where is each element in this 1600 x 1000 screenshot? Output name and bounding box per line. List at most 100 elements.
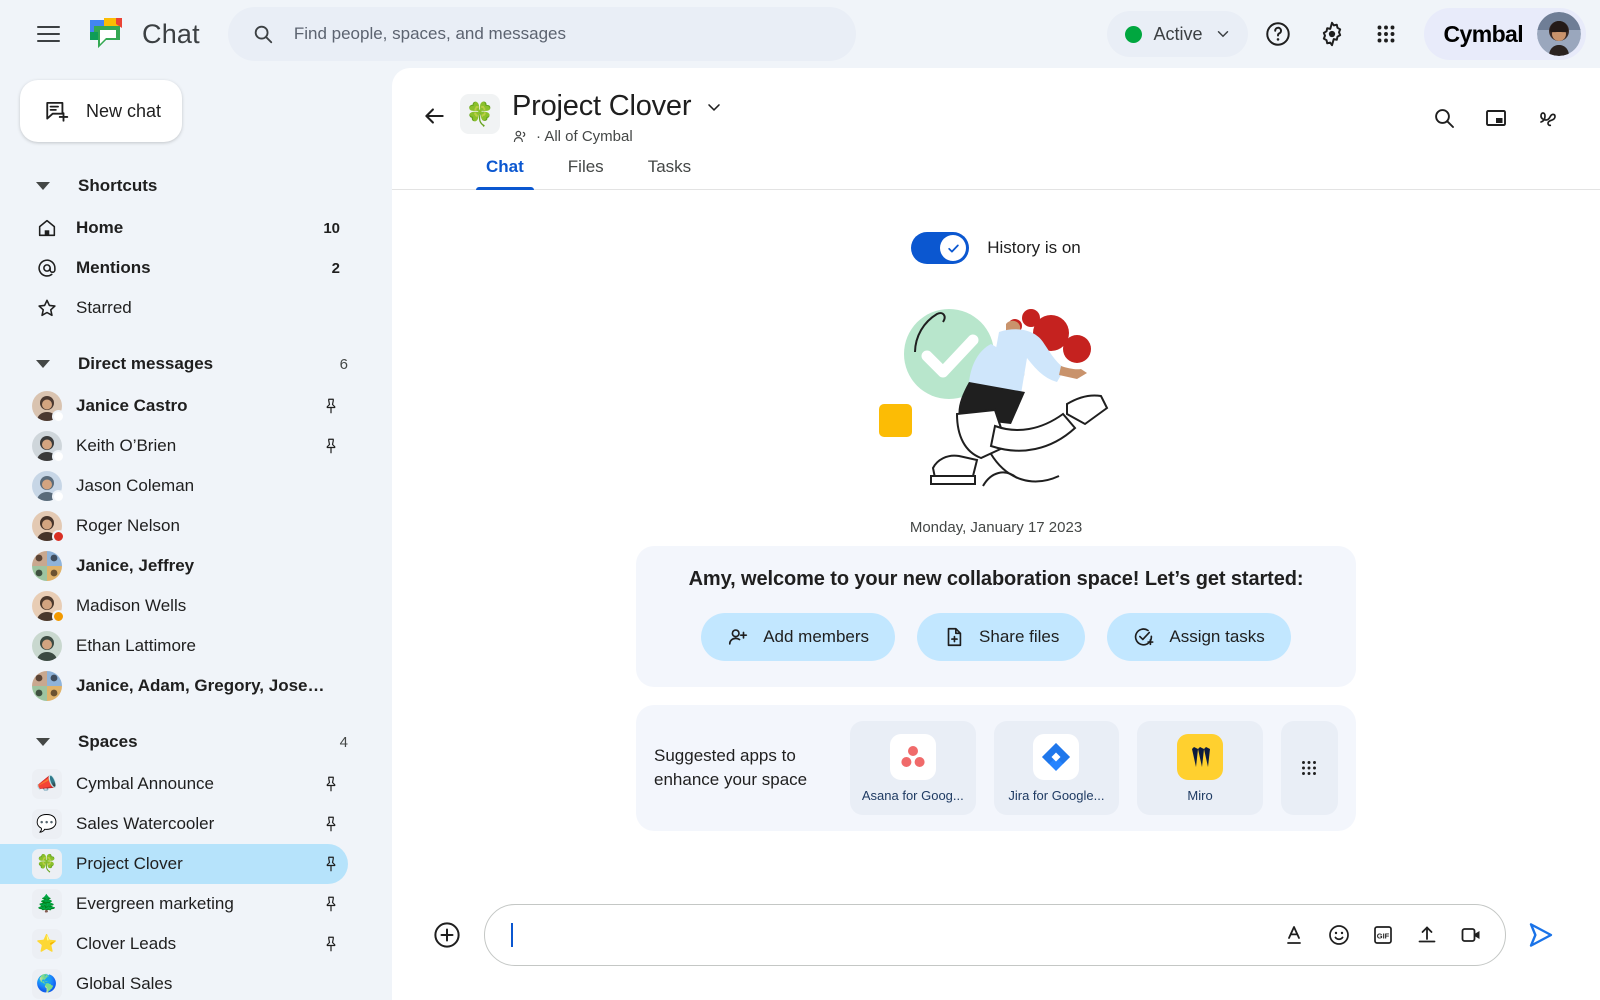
sidebar-item-space[interactable]: 🌎 Global Sales [0, 964, 348, 1000]
presence-badge [52, 450, 65, 463]
plus-circle-icon [434, 922, 460, 948]
apps-grid-icon [1377, 25, 1394, 43]
sidebar-item-dm[interactable]: Jason Coleman [0, 466, 348, 506]
sidebar-item-space[interactable]: 📣 Cymbal Announce [0, 764, 348, 804]
sidebar-item-home[interactable]: Home 10 [0, 208, 348, 248]
brand-label: Cymbal [1443, 20, 1524, 47]
help-icon [1265, 22, 1290, 46]
new-chat-button[interactable]: New chat [20, 80, 182, 142]
sidebar-item-space[interactable]: 🍀 Project Clover [0, 844, 348, 884]
share-files-button[interactable]: Share files [917, 613, 1086, 661]
tab-chat[interactable]: Chat [464, 157, 546, 190]
back-arrow-icon[interactable] [414, 96, 454, 136]
sidebar-item-space[interactable]: ⭐ Clover Leads [0, 924, 348, 964]
add-attachment-button[interactable] [426, 914, 468, 956]
suggested-apps-card: Suggested apps to enhance your space Asa… [636, 705, 1356, 831]
top-bar-actions: Active Cymbal [1107, 8, 1586, 60]
sidebar-item-label: Mentions [76, 258, 151, 277]
more-apps-button[interactable] [1280, 721, 1338, 815]
avatar [30, 671, 64, 701]
status-selector[interactable]: Active [1107, 11, 1248, 57]
sidebar-section-direct-messages[interactable]: Direct messages 6 [0, 342, 370, 386]
pin-icon[interactable] [322, 437, 348, 455]
sidebar-item-dm[interactable]: Janice Castro [0, 386, 348, 426]
sidebar-item-label: Home [76, 218, 124, 237]
avatar[interactable] [1537, 12, 1581, 56]
app-card-miro[interactable]: Miro [1137, 721, 1263, 815]
google-apps-button[interactable] [1362, 10, 1410, 58]
pin-icon[interactable] [322, 397, 348, 415]
caret-down-icon [36, 182, 50, 190]
app-card-jira[interactable]: Jira for Google... [993, 721, 1120, 815]
pin-icon[interactable] [322, 895, 348, 913]
sidebar-item-dm[interactable]: Ethan Lattimore [0, 626, 348, 666]
sidebar-item-space[interactable]: 💬 Sales Watercooler [0, 804, 348, 844]
sidebar-item-mentions[interactable]: Mentions 2 [0, 248, 348, 288]
avatar-image [32, 431, 65, 463]
text-cursor [511, 923, 513, 947]
welcome-card: Amy, welcome to your new collaboration s… [636, 546, 1356, 687]
sidebar-item-starred[interactable]: Starred [0, 288, 348, 328]
annotate-button[interactable] [1524, 94, 1572, 142]
pin-icon[interactable] [322, 935, 348, 953]
gif-button[interactable]: GIF [1371, 923, 1395, 947]
search-icon [1435, 109, 1454, 128]
search-input[interactable]: Find people, spaces, and messages [227, 7, 856, 61]
message-input[interactable]: GIF [484, 904, 1506, 966]
presence-badge [52, 490, 65, 503]
sidebar-item-label: Project Clover [76, 854, 183, 873]
new-chat-label: New chat [86, 100, 162, 121]
tab-tasks[interactable]: Tasks [626, 157, 713, 189]
space-emoji-icon: 🌎 [32, 969, 62, 999]
space-avatar: 🌲 [30, 889, 64, 919]
welcome-message: Amy, welcome to your new collaboration s… [688, 568, 1304, 590]
page-title: Project Clover [512, 90, 692, 122]
settings-button[interactable] [1308, 10, 1356, 58]
sidebar-item-dm[interactable]: Keith O’Brien [0, 426, 348, 466]
compose-icon [46, 101, 69, 122]
search-icon [254, 25, 273, 44]
avatar [30, 591, 65, 623]
pin-icon[interactable] [322, 775, 348, 793]
sidebar-item-dm[interactable]: Janice, Adam, Gregory, Jose… [0, 666, 348, 706]
upload-icon [1418, 926, 1436, 943]
app-card-asana[interactable]: Asana for Goog... [850, 721, 976, 815]
format-text-icon [1287, 926, 1301, 944]
tab-files[interactable]: Files [546, 157, 626, 189]
add-members-button[interactable]: Add members [701, 613, 896, 661]
sidebar-item-label: Jason Coleman [76, 476, 195, 495]
history-toggle[interactable] [911, 232, 970, 264]
format-button[interactable] [1283, 923, 1307, 947]
pin-icon[interactable] [322, 855, 348, 873]
pin-icon[interactable] [322, 815, 348, 833]
task-check-icon [1135, 628, 1154, 646]
sidebar-section-shortcuts[interactable]: Shortcuts [0, 164, 370, 208]
emoji-button[interactable] [1327, 923, 1351, 947]
send-button[interactable] [1516, 910, 1566, 960]
account-brand-button[interactable]: Cymbal [1423, 8, 1586, 60]
sidebar-item-dm[interactable]: Madison Wells [0, 586, 348, 626]
scribble-icon [1540, 112, 1556, 127]
sidebar-section-spaces[interactable]: Spaces 4 [0, 720, 370, 764]
help-button[interactable] [1254, 10, 1302, 58]
file-add-icon [947, 627, 962, 647]
avatar [30, 631, 64, 661]
conversation-area: History is on Monday, January 17 2023 Am… [392, 190, 1600, 1000]
space-title-dropdown[interactable]: Project Clover [512, 90, 724, 123]
video-meeting-button[interactable] [1459, 923, 1483, 947]
sidebar-item-dm[interactable]: Roger Nelson [0, 506, 348, 546]
picture-in-picture-button[interactable] [1472, 94, 1520, 142]
sidebar-item-dm[interactable]: Janice, Jeffrey [0, 546, 348, 586]
app-name: Asana for Goog... [861, 787, 964, 803]
apps-grid-icon [1302, 761, 1317, 775]
picture-in-picture-icon [1486, 110, 1506, 126]
status-label: Active [1153, 23, 1203, 44]
avatar [30, 431, 65, 463]
sidebar-item-label: Keith O’Brien [76, 436, 177, 455]
assign-tasks-button[interactable]: Assign tasks [1107, 613, 1291, 661]
upload-button[interactable] [1415, 923, 1439, 947]
sidebar-item-label: Clover Leads [76, 934, 177, 953]
sidebar-item-space[interactable]: 🌲 Evergreen marketing [0, 884, 348, 924]
hamburger-menu-icon[interactable] [26, 12, 70, 56]
search-in-space-button[interactable] [1420, 94, 1468, 142]
